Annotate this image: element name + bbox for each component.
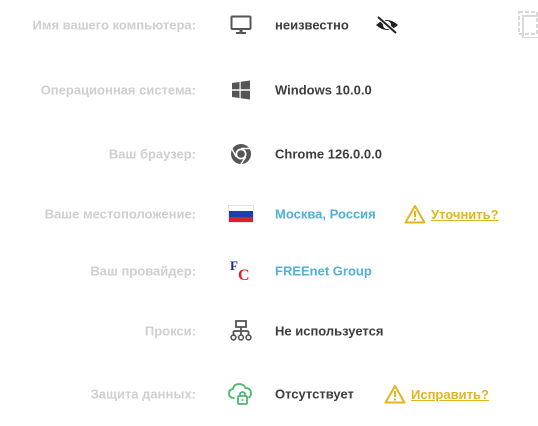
browser-row: Ваш браузер: Chrome 126.0.0.0 [0, 139, 538, 169]
location-value[interactable]: Москва, Россия [275, 207, 376, 222]
freenet-logo-f: F [230, 258, 238, 273]
proxy-label: Прокси: [144, 323, 196, 339]
os-row: Операционная система: Windows 10.0.0 [0, 75, 538, 105]
cloud-lock-icon [228, 381, 254, 407]
warning-icon [404, 204, 426, 224]
monitor-icon [228, 12, 254, 38]
freenet-logo-c: C [238, 267, 250, 284]
warning-icon [384, 384, 406, 404]
os-value: Windows 10.0.0 [275, 82, 372, 98]
computer-name-value: неизвестно [275, 17, 349, 33]
fix-protection-action[interactable]: Исправить? [384, 384, 489, 404]
location-label: Ваше местоположение: [44, 206, 196, 222]
os-label: Операционная система: [40, 82, 196, 98]
windows-icon [228, 77, 254, 103]
proxy-row: Прокси: Не используется [0, 316, 538, 346]
toggle-visibility-button[interactable] [374, 15, 400, 35]
freenet-logo: F C [228, 258, 254, 284]
fix-protection-link[interactable]: Исправить? [411, 387, 489, 402]
data-protection-value: Отсутствует [275, 386, 354, 402]
refine-location-action[interactable]: Уточнить? [404, 204, 499, 224]
proxy-value: Не используется [275, 323, 384, 339]
computer-name-label: Имя вашего компьютера: [32, 17, 196, 33]
provider-value[interactable]: FREEnet Group [275, 264, 372, 279]
refine-location-link[interactable]: Уточнить? [431, 207, 499, 222]
russia-flag-icon [228, 201, 254, 227]
copy-icon[interactable] [517, 10, 538, 39]
provider-row: Ваш провайдер: F C FREEnet Group [0, 256, 538, 286]
data-protection-label: Защита данных: [90, 386, 196, 402]
network-icon [228, 318, 254, 344]
provider-label: Ваш провайдер: [90, 263, 196, 279]
browser-label: Ваш браузер: [108, 146, 196, 162]
computer-name-row: Имя вашего компьютера: неизвестно [0, 10, 538, 40]
data-protection-row: Защита данных: Отсутствует Исправить? [0, 379, 538, 409]
chrome-icon [228, 141, 254, 167]
location-row: Ваше местоположение: Москва, Россия Уточ… [0, 199, 538, 229]
eye-hidden-icon [374, 15, 400, 35]
browser-value: Chrome 126.0.0.0 [275, 146, 382, 162]
